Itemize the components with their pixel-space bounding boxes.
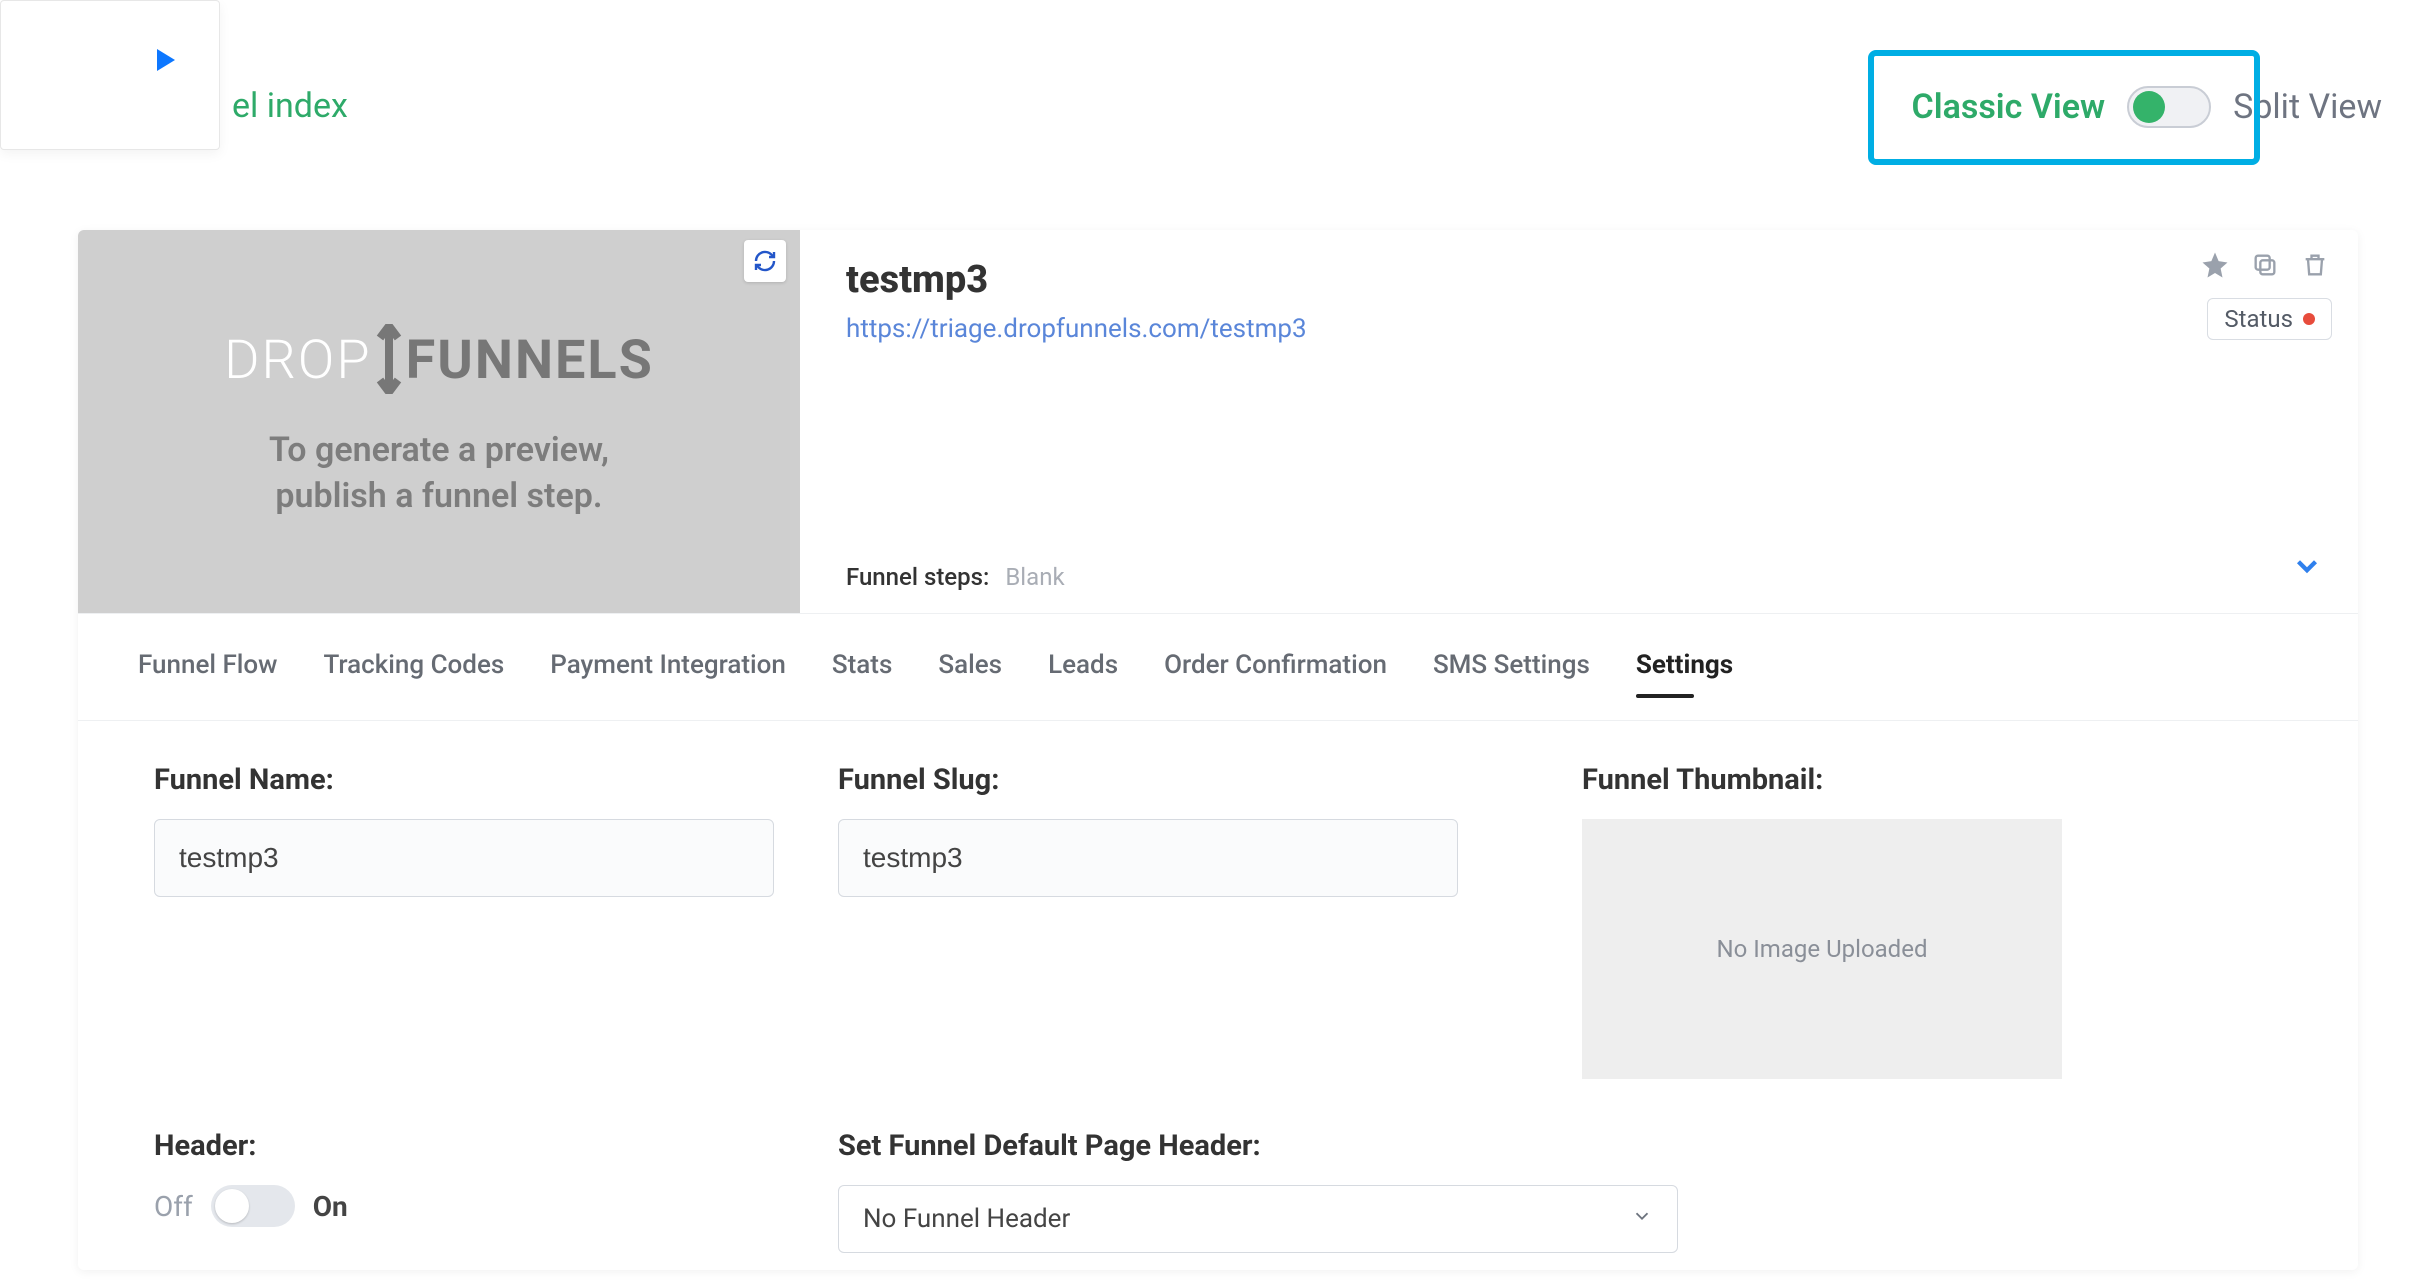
copy-icon[interactable]	[2248, 248, 2282, 282]
funnel-thumbnail-group: Funnel Thumbnail: No Image Uploaded	[1582, 763, 2282, 1079]
default-header-group: Set Funnel Default Page Header: No Funne…	[838, 1129, 1558, 1253]
settings-panel: Funnel Name: Funnel Slug: Funnel Thumbna…	[78, 721, 2358, 1253]
default-header-label: Set Funnel Default Page Header:	[838, 1129, 1558, 1163]
funnel-url-link[interactable]: https://triage.dropfunnels.com/testmp3	[846, 314, 2312, 344]
tabstrip: Funnel Flow Tracking Codes Payment Integ…	[78, 614, 2358, 721]
default-header-value: No Funnel Header	[863, 1204, 1070, 1234]
split-view-label: Split View	[2233, 87, 2382, 127]
chevron-down-icon	[1631, 1204, 1653, 1234]
refresh-preview-button[interactable]	[744, 240, 786, 282]
toggle-knob	[2133, 91, 2165, 123]
funnel-slug-group: Funnel Slug:	[838, 763, 1558, 1079]
brand-logo: DROP FUNNELS	[224, 324, 654, 398]
funnel-slug-input[interactable]	[838, 819, 1458, 897]
funnel-title: testmp3	[846, 258, 2312, 302]
expand-icon[interactable]	[2290, 549, 2324, 583]
header-toggle[interactable]	[211, 1185, 295, 1227]
toggle-knob	[215, 1189, 249, 1223]
status-chip[interactable]: Status	[2207, 298, 2332, 340]
tab-payment-integration[interactable]: Payment Integration	[550, 650, 786, 690]
funnel-name-group: Funnel Name:	[154, 763, 814, 1079]
tab-stats[interactable]: Stats	[832, 650, 892, 690]
tab-funnel-flow[interactable]: Funnel Flow	[138, 650, 277, 690]
card-header-row: DROP FUNNELS To generate a preview, publ…	[78, 230, 2358, 614]
view-toggle-group: Classic View Split View	[1912, 86, 2382, 128]
thumbnail-dropzone[interactable]: No Image Uploaded	[1582, 819, 2062, 1079]
brand-word-funnels: FUNNELS	[406, 329, 654, 392]
tab-sms-settings[interactable]: SMS Settings	[1433, 650, 1590, 690]
trash-icon[interactable]	[2298, 248, 2332, 282]
funnel-card: DROP FUNNELS To generate a preview, publ…	[78, 230, 2358, 1270]
header-group: Header: Off On	[154, 1129, 814, 1253]
tab-leads[interactable]: Leads	[1048, 650, 1118, 690]
funnel-steps-value: Blank	[1005, 563, 1064, 591]
header-off-label: Off	[154, 1190, 193, 1223]
tab-sales[interactable]: Sales	[938, 650, 1002, 690]
funnel-steps-label: Funnel steps:	[846, 563, 989, 591]
header-label: Header:	[154, 1129, 814, 1163]
funnel-name-label: Funnel Name:	[154, 763, 814, 797]
preview-panel: DROP FUNNELS To generate a preview, publ…	[78, 230, 800, 613]
header-on-label: On	[313, 1190, 348, 1223]
tab-tracking-codes[interactable]: Tracking Codes	[323, 650, 504, 690]
classic-view-label: Classic View	[1912, 87, 2106, 127]
funnel-slug-label: Funnel Slug:	[838, 763, 1558, 797]
funnel-thumbnail-label: Funnel Thumbnail:	[1582, 763, 2282, 797]
video-thumbnail-box	[0, 0, 220, 150]
tab-settings[interactable]: Settings	[1636, 650, 1733, 690]
refresh-icon	[753, 249, 777, 273]
preview-placeholder-text: To generate a preview, publish a funnel …	[269, 428, 609, 520]
favorite-icon[interactable]	[2198, 248, 2232, 282]
status-dot-icon	[2303, 313, 2315, 325]
default-header-select[interactable]: No Funnel Header	[838, 1185, 1678, 1253]
view-toggle[interactable]	[2127, 86, 2211, 128]
funnel-name-input[interactable]	[154, 819, 774, 897]
tab-order-confirmation[interactable]: Order Confirmation	[1164, 650, 1387, 690]
brand-word-drop: DROP	[224, 329, 372, 392]
card-header-info: testmp3 https://triage.dropfunnels.com/t…	[800, 230, 2358, 613]
breadcrumb-funnel-index[interactable]: el index	[232, 86, 348, 126]
status-label: Status	[2224, 305, 2293, 333]
thumbnail-empty-text: No Image Uploaded	[1717, 935, 1928, 963]
play-icon[interactable]	[157, 49, 175, 71]
